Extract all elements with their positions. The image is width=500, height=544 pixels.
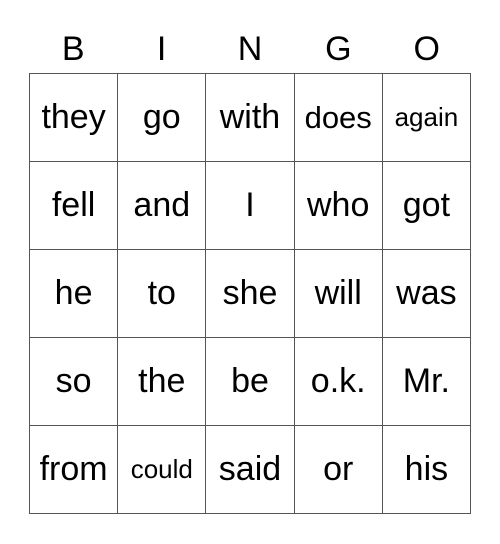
header-letter-b: B xyxy=(61,30,85,68)
bingo-header: B I N G O xyxy=(29,28,471,73)
bingo-cell[interactable]: could xyxy=(118,426,207,514)
bingo-cell[interactable]: she xyxy=(206,250,295,338)
bingo-cell[interactable]: I xyxy=(206,162,295,250)
bingo-card-grid: they go with does again fell and I who g… xyxy=(29,73,471,514)
header-letter-n: N xyxy=(237,30,263,68)
header-letter-o: O xyxy=(413,30,440,68)
bingo-cell[interactable]: was xyxy=(382,250,471,338)
bingo-cell[interactable]: who xyxy=(294,162,383,250)
bingo-cell[interactable]: o.k. xyxy=(294,338,383,426)
bingo-cell[interactable]: be xyxy=(206,338,295,426)
bingo-cell[interactable]: he xyxy=(30,250,119,338)
bingo-cell[interactable]: got xyxy=(382,162,471,250)
bingo-cell[interactable]: his xyxy=(382,426,471,514)
bingo-cell[interactable]: from xyxy=(30,426,119,514)
bingo-cell[interactable]: or xyxy=(294,426,383,514)
bingo-cell[interactable]: said xyxy=(206,426,295,514)
bingo-cell[interactable]: again xyxy=(382,74,471,162)
bingo-cell[interactable]: the xyxy=(118,338,207,426)
bingo-cell[interactable]: does xyxy=(294,74,383,162)
bingo-cell[interactable]: so xyxy=(30,338,119,426)
bingo-cell[interactable]: and xyxy=(118,162,207,250)
bingo-cell[interactable]: to xyxy=(118,250,207,338)
bingo-cell[interactable]: go xyxy=(118,74,207,162)
bingo-cell[interactable]: with xyxy=(206,74,295,162)
bingo-cell[interactable]: will xyxy=(294,250,383,338)
header-letter-g: G xyxy=(325,30,352,68)
header-letter-i: I xyxy=(156,30,167,68)
bingo-cell[interactable]: fell xyxy=(30,162,119,250)
bingo-cell[interactable]: they xyxy=(30,74,119,162)
bingo-cell[interactable]: Mr. xyxy=(382,338,471,426)
